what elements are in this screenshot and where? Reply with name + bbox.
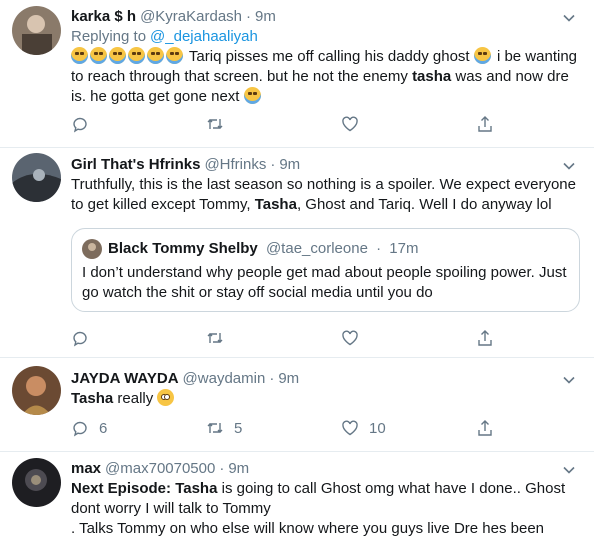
retweet-button[interactable] [206, 115, 341, 133]
display-name[interactable]: JAYDA WAYDA [71, 369, 179, 389]
name-suffix: $ h [114, 8, 137, 25]
bold-keyword: Tasha [175, 480, 218, 497]
retweet-icon [207, 423, 223, 433]
loudly-crying-face-icon [166, 47, 183, 64]
tweet[interactable]: Girl That's Hfrinks @Hfrinks · 9m Truthf… [0, 148, 594, 358]
loudly-crying-face-icon [473, 47, 491, 64]
mention-link[interactable]: @_dejahaaliyah [150, 28, 258, 45]
timestamp[interactable]: 9m [278, 369, 299, 389]
separator-dot: · [246, 8, 252, 25]
separator-dot: · [270, 156, 276, 173]
separator-dot: · [376, 240, 382, 257]
quoted-text: I don’t understand why people get mad ab… [82, 264, 567, 301]
share-icon [478, 116, 492, 132]
bold-keyword: tasha [412, 68, 452, 85]
avatar[interactable] [12, 458, 61, 507]
flushed-face-icon [157, 389, 175, 406]
avatar[interactable] [12, 366, 61, 415]
like-count: 10 [369, 419, 386, 437]
timestamp[interactable]: 9m [255, 7, 276, 27]
like-button[interactable] [341, 329, 476, 347]
timestamp[interactable]: 9m [279, 155, 300, 175]
display-name[interactable]: max [71, 459, 101, 479]
bold-keyword: Tasha [254, 196, 297, 213]
reply-icon [73, 421, 87, 437]
heart-icon [342, 116, 358, 132]
bold-keyword: Tasha [71, 390, 114, 407]
timestamp[interactable]: 9m [228, 459, 249, 479]
separator-dot: · [269, 370, 275, 387]
share-icon [478, 330, 492, 346]
share-button[interactable] [476, 329, 594, 347]
loudly-crying-face-icon [90, 47, 107, 64]
chevron-down-icon[interactable] [562, 11, 576, 25]
chevron-down-icon[interactable] [562, 463, 576, 477]
retweet-button[interactable]: 5 [206, 419, 341, 437]
quoted-handle: @tae_corleone [265, 240, 368, 257]
loudly-crying-face-icon [147, 47, 164, 64]
share-button[interactable] [476, 115, 594, 133]
tweet-actions [71, 115, 594, 133]
reply-button[interactable] [71, 115, 206, 133]
quoted-display-name: Black Tommy Shelby [108, 240, 258, 257]
heart-icon [342, 420, 358, 436]
reply-icon [73, 331, 87, 347]
reply-button[interactable] [71, 329, 206, 347]
loudly-crying-face-icon [109, 47, 126, 64]
tweet-text: Tariq pisses me off calling his daddy gh… [71, 47, 578, 105]
like-button[interactable]: 10 [341, 419, 476, 437]
tweet-header: max @max70070500 · 9m [71, 459, 574, 479]
quoted-avatar [82, 239, 102, 259]
heart-icon [342, 330, 358, 346]
retweet-button[interactable] [206, 329, 341, 347]
display-name[interactable]: Girl That's Hfrinks [71, 155, 200, 175]
chevron-down-icon[interactable] [562, 159, 576, 173]
loudly-crying-face-icon [128, 47, 145, 64]
replying-to: Replying to @_dejahaaliyah [71, 27, 258, 47]
quoted-tweet[interactable]: Black Tommy Shelby @tae_corleone · 17m I… [71, 228, 580, 312]
reply-button[interactable]: 6 [71, 419, 206, 437]
tweet-actions [71, 329, 594, 347]
user-handle[interactable]: @KyraKardash [140, 7, 242, 27]
tweet-text: Truthfully, this is the last season so n… [71, 176, 576, 213]
tweet-header: karka $ h @KyraKardash · 9m [71, 7, 574, 27]
reply-count: 6 [99, 419, 108, 437]
like-button[interactable] [341, 115, 476, 133]
bold-keyword: Next Episode: [71, 480, 176, 497]
display-name[interactable]: karka $ h [71, 7, 136, 27]
quoted-header: Black Tommy Shelby @tae_corleone · 17m [108, 239, 418, 259]
tweet-header: Girl That's Hfrinks @Hfrinks · 9m [71, 155, 574, 175]
retweet-icon [207, 119, 223, 129]
tweet[interactable]: karka $ h @KyraKardash · 9m Replying to @… [0, 0, 594, 148]
share-icon [478, 420, 492, 436]
user-handle[interactable]: @waydamin [183, 369, 266, 389]
tweet-header: JAYDA WAYDA @waydamin · 9m [71, 369, 574, 389]
reply-icon [73, 117, 87, 133]
chevron-down-icon[interactable] [562, 373, 576, 387]
share-button[interactable] [476, 419, 594, 437]
tweet[interactable]: JAYDA WAYDA @waydamin · 9m Tasha really … [0, 358, 594, 452]
tweet-text: Next Episode: Tasha is going to call Gho… [71, 480, 566, 537]
tweet-actions: 6 5 10 [71, 419, 594, 437]
user-handle[interactable]: @max70070500 [105, 459, 215, 479]
loudly-crying-face-icon [71, 47, 88, 64]
tweet-text: Tasha really [71, 389, 580, 409]
tweet[interactable]: max @max70070500 · 9m Next Episode: Tash… [0, 452, 594, 542]
user-handle[interactable]: @Hfrinks [204, 155, 266, 175]
retweet-icon [207, 333, 223, 343]
avatar[interactable] [12, 153, 61, 202]
separator-dot: · [219, 460, 225, 477]
quoted-timestamp: 17m [389, 240, 419, 257]
replying-label: Replying to [71, 28, 147, 45]
avatar[interactable] [12, 6, 61, 55]
loudly-crying-face-icon [243, 87, 261, 104]
retweet-count: 5 [234, 419, 243, 437]
